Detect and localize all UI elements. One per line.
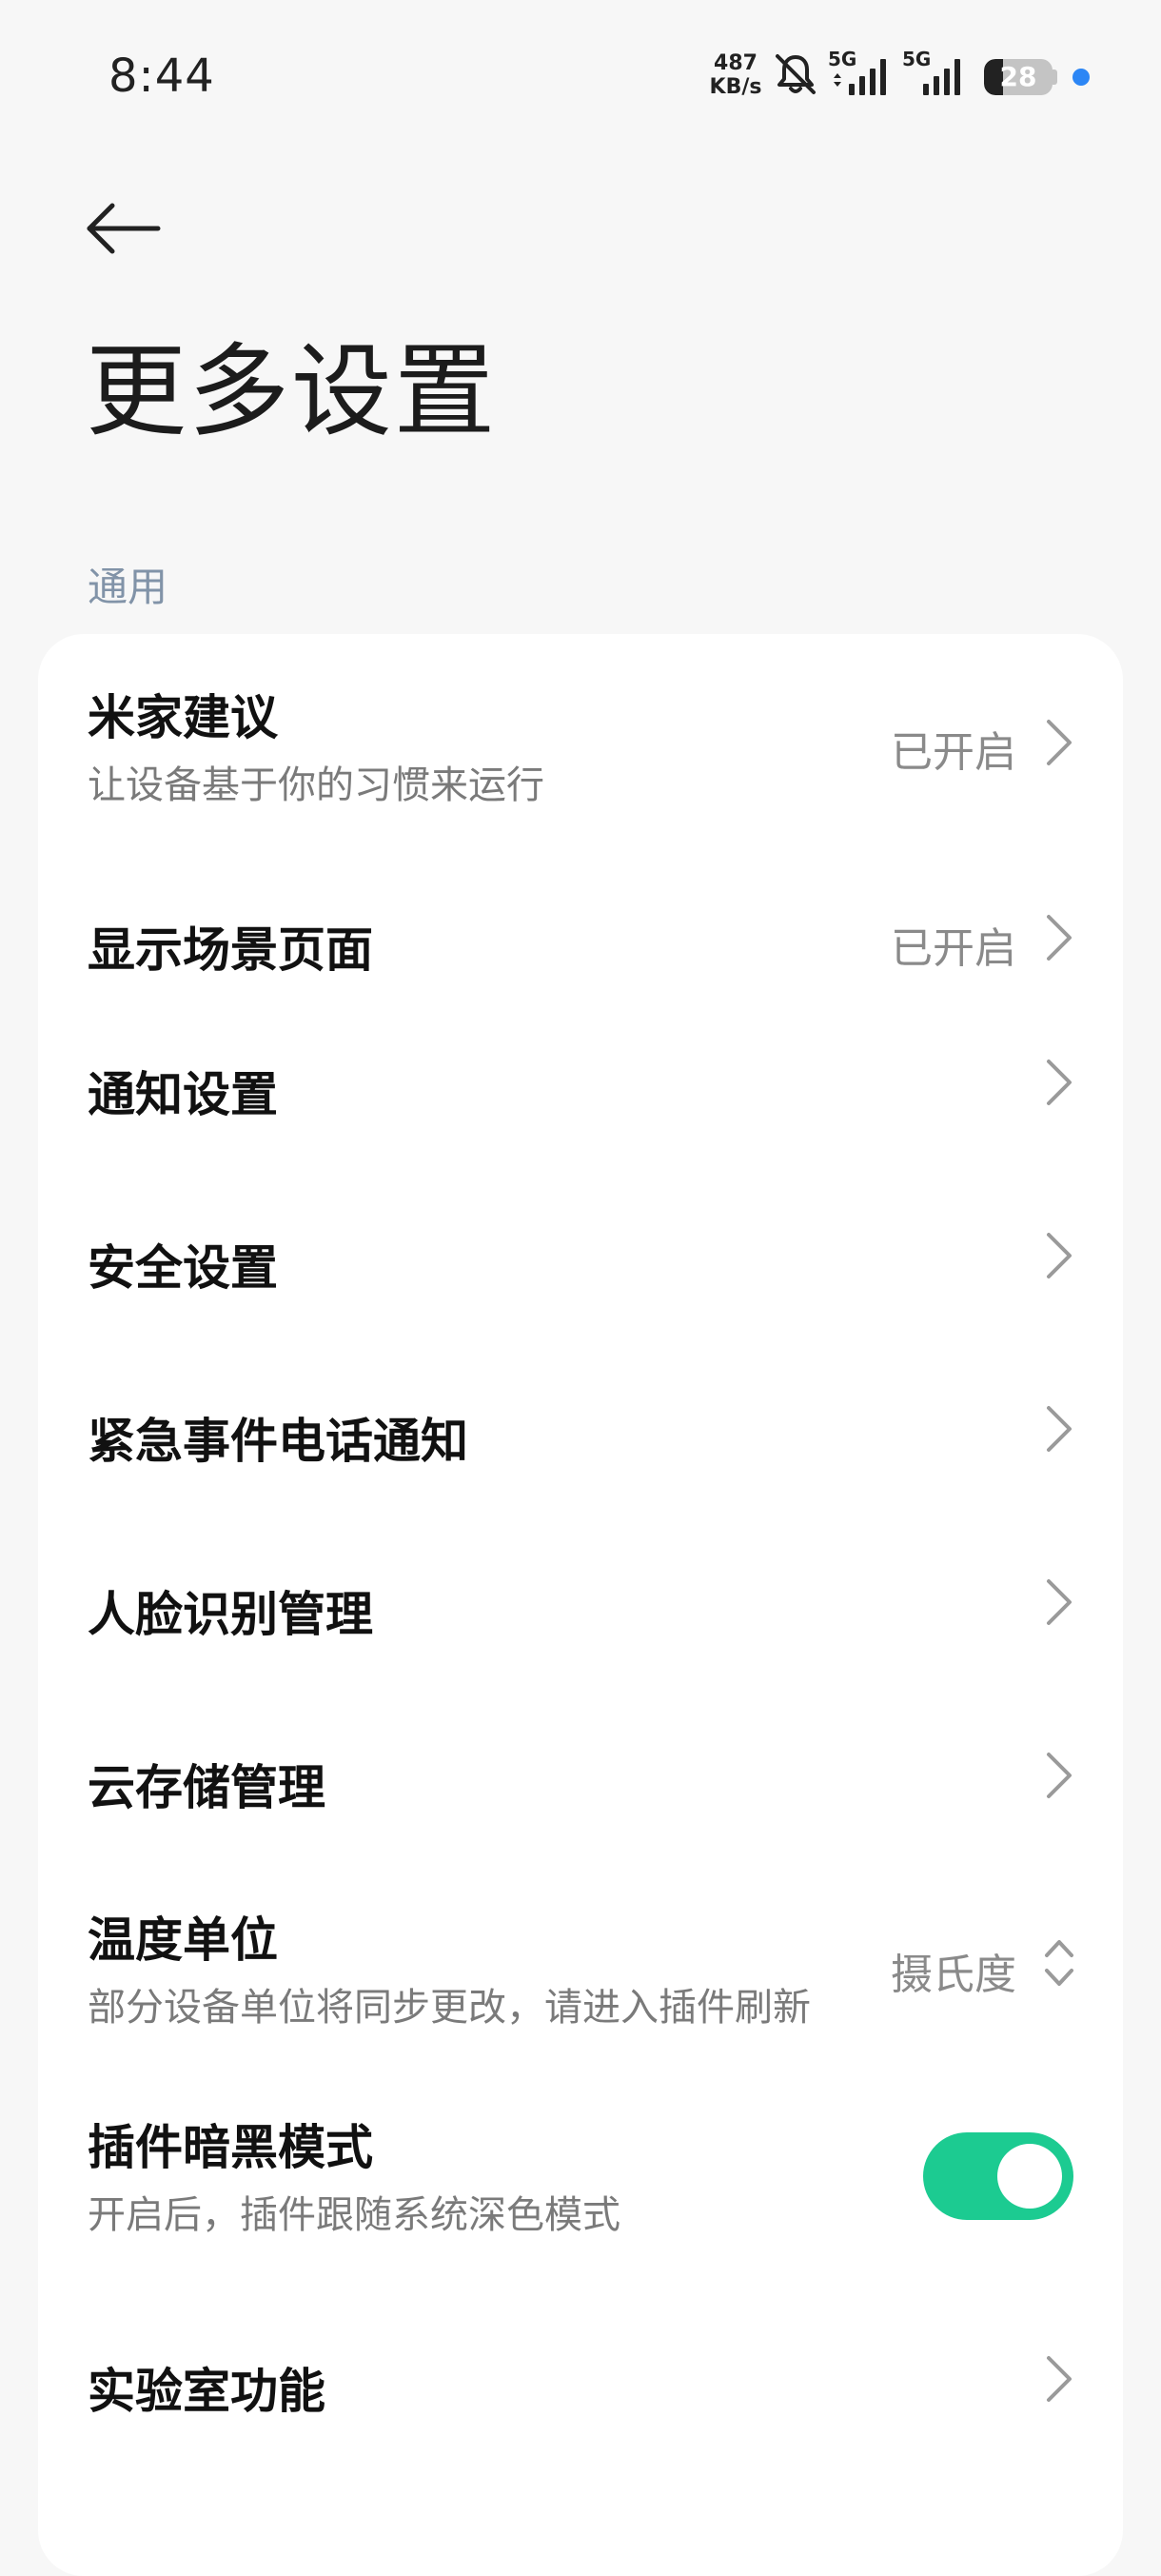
status-time: 8:44	[108, 50, 215, 103]
battery-level: 28	[999, 61, 1037, 92]
row-title: 安全设置	[88, 1240, 278, 1296]
chevron-right-icon	[1047, 1579, 1072, 1625]
row-subtitle: 开启后，插件跟随系统深色模式	[88, 2193, 620, 2237]
network-speed: 487 KB/s	[706, 51, 765, 99]
chevron-right-icon	[1047, 1406, 1072, 1452]
row-subtitle: 部分设备单位将同步更改，请进入插件刷新	[88, 1986, 811, 2030]
row-title: 通知设置	[88, 1067, 278, 1122]
chevron-right-icon	[1047, 2356, 1072, 2402]
row-value: 已开启	[891, 924, 1016, 973]
chevron-up-down-icon	[1045, 1940, 1073, 1986]
chevron-right-icon	[1047, 915, 1072, 961]
arrow-left-icon	[87, 203, 161, 254]
battery-nub	[1053, 69, 1057, 85]
chevron-right-icon	[1047, 1233, 1072, 1278]
row-temperature-unit[interactable]: 温度单位 部分设备单位将同步更改，请进入插件刷新 摄氏度	[38, 1862, 1123, 2071]
row-mijia-suggestion[interactable]: 米家建议 让设备基于你的习惯来运行 已开启	[38, 634, 1123, 824]
notification-dot	[1072, 69, 1090, 86]
row-security-settings[interactable]: 安全设置	[38, 1169, 1123, 1342]
network-speed-value: 487	[714, 51, 758, 75]
bell-off-icon	[776, 54, 816, 94]
row-subtitle: 让设备基于你的习惯来运行	[88, 763, 544, 807]
row-plugin-dark-mode: 插件暗黑模式 开启后，插件跟随系统深色模式	[38, 2071, 1123, 2281]
section-label: 通用	[88, 564, 168, 610]
row-title: 人脸识别管理	[88, 1587, 373, 1642]
row-emergency-call-notification[interactable]: 紧急事件电话通知	[38, 1342, 1123, 1516]
row-face-recognition[interactable]: 人脸识别管理	[38, 1516, 1123, 1689]
signal-icon: 5G	[902, 48, 973, 101]
row-title: 米家建议	[88, 690, 278, 745]
row-title: 紧急事件电话通知	[88, 1414, 468, 1469]
status-bar: 8:44 487 KB/s 5G 5G 28	[0, 0, 1161, 152]
page-title: 更多设置	[86, 333, 497, 450]
dark-mode-toggle[interactable]	[923, 2132, 1073, 2220]
row-title: 插件暗黑模式	[88, 2120, 373, 2175]
row-notification-settings[interactable]: 通知设置	[38, 996, 1123, 1169]
row-cloud-storage[interactable]: 云存储管理	[38, 1689, 1123, 1862]
back-button[interactable]	[82, 195, 164, 262]
signal-bars	[923, 59, 960, 95]
row-title: 温度单位	[88, 1912, 278, 1968]
chevron-right-icon	[1047, 720, 1072, 765]
row-show-scene-page[interactable]: 显示场景页面 已开启	[38, 824, 1123, 996]
chevron-right-icon	[1047, 1753, 1072, 1798]
row-title: 显示场景页面	[88, 922, 373, 978]
network-speed-unit: KB/s	[709, 75, 762, 99]
battery-icon: 28	[984, 59, 1053, 95]
settings-card: 米家建议 让设备基于你的习惯来运行 已开启 显示场景页面 已开启 通知设置 安全…	[38, 634, 1123, 2576]
row-title: 云存储管理	[88, 1760, 325, 1815]
signal-bars	[834, 59, 886, 95]
toggle-knob	[997, 2144, 1062, 2209]
chevron-right-icon	[1047, 1060, 1072, 1105]
row-lab-features[interactable]: 实验室功能	[38, 2281, 1123, 2462]
signal-icon: 5G	[828, 48, 898, 101]
row-value: 摄氏度	[891, 1951, 1016, 1999]
row-value: 已开启	[891, 728, 1016, 777]
row-title: 实验室功能	[88, 2364, 325, 2419]
